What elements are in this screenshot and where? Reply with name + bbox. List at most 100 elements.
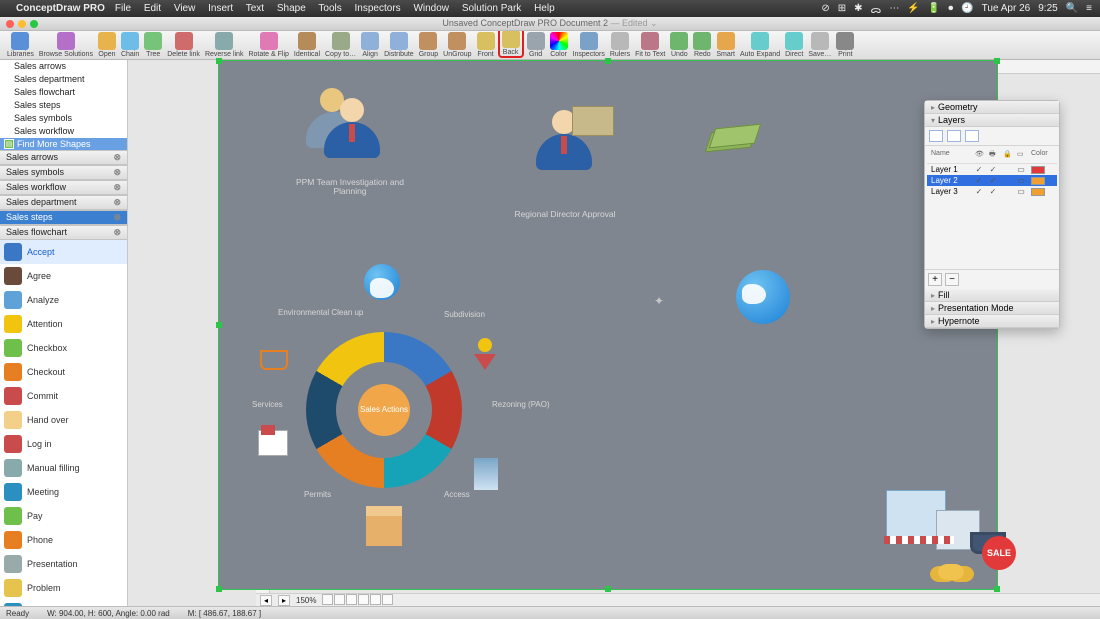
status-icon[interactable]: ᯅ <box>871 2 882 16</box>
layer-active[interactable]: ▭ <box>1017 166 1025 174</box>
close-icon[interactable]: ⊗ <box>113 167 121 178</box>
tool-direct[interactable]: Direct <box>783 32 805 58</box>
menu-view[interactable]: View <box>174 3 196 14</box>
tool-print[interactable]: Print <box>834 32 856 58</box>
document-title[interactable]: Unsaved ConceptDraw PRO Document 2 — Edi… <box>442 18 657 29</box>
shape-basket-icon[interactable] <box>260 350 288 370</box>
close-icon[interactable]: ⊗ <box>113 227 121 238</box>
tool-grid[interactable]: Grid <box>525 32 547 58</box>
layer-lock[interactable] <box>1003 166 1011 174</box>
panel-section-layers[interactable]: Layers <box>925 114 1059 127</box>
tool-distribute[interactable]: Distribute <box>382 32 416 58</box>
minimize-icon[interactable] <box>18 20 26 28</box>
menu-shape[interactable]: Shape <box>277 3 306 14</box>
close-icon[interactable]: ⊗ <box>113 182 121 193</box>
tool-group[interactable]: Group <box>417 32 440 58</box>
layer-active[interactable]: ▭ <box>1017 188 1025 196</box>
layer-lock[interactable] <box>1003 177 1011 185</box>
scroll-left-icon[interactable]: ◂ <box>260 595 272 606</box>
tool-rotate-flip[interactable]: Rotate & Flip <box>246 32 290 58</box>
zoom-level[interactable]: 150% <box>296 596 316 605</box>
tool-smart[interactable]: Smart <box>714 32 737 58</box>
shape-item[interactable]: Hand over <box>0 408 127 432</box>
shape-funnel-icon[interactable] <box>474 354 496 370</box>
tool-align[interactable]: Align <box>359 32 381 58</box>
shape-item[interactable]: Log in <box>0 432 127 456</box>
layer-lock[interactable] <box>1003 188 1011 196</box>
layer-color-swatch[interactable] <box>1031 188 1045 196</box>
tool-delete-link[interactable]: Delete link <box>165 32 202 58</box>
sidebar-header[interactable]: Sales workflow⊗ <box>0 180 127 195</box>
page-thumbnails[interactable] <box>322 594 394 607</box>
shape-item[interactable]: Presentation <box>0 552 127 576</box>
resize-handle[interactable] <box>994 586 1000 592</box>
shape-person[interactable] <box>312 90 392 170</box>
status-icon[interactable]: ⏺ <box>948 3 953 14</box>
layer-color-swatch[interactable] <box>1031 177 1045 185</box>
spotlight-icon[interactable]: 🔍 <box>1066 3 1078 14</box>
layer-print[interactable]: ✓ <box>989 188 997 196</box>
tool-back[interactable]: Back <box>498 31 524 58</box>
zoom-icon[interactable] <box>30 20 38 28</box>
panel-section-geometry[interactable]: Geometry <box>925 101 1059 114</box>
menu-insert[interactable]: Insert <box>208 3 233 14</box>
tool-ungroup[interactable]: UnGroup <box>441 32 473 58</box>
close-icon[interactable]: ⊗ <box>113 212 121 223</box>
clock-icon[interactable]: 🕘 <box>961 3 973 14</box>
shape-item[interactable]: Phone <box>0 528 127 552</box>
menu-solution-park[interactable]: Solution Park <box>462 3 521 14</box>
sidebar-header[interactable]: Sales steps⊗ <box>0 210 127 225</box>
status-icon[interactable]: ⋯ <box>889 3 899 14</box>
shape-money[interactable] <box>708 126 758 156</box>
menubar-date[interactable]: Tue Apr 26 <box>982 3 1031 14</box>
tool-undo[interactable]: Undo <box>668 32 690 58</box>
fast-user-icon[interactable]: ⚡ <box>907 3 919 14</box>
shape-regional-director[interactable] <box>524 102 604 182</box>
tool-copy-to-[interactable]: Copy to… <box>323 32 358 58</box>
menu-inspectors[interactable]: Inspectors <box>355 3 401 14</box>
tool-color[interactable]: Color <box>548 32 570 58</box>
menu-edit[interactable]: Edit <box>144 3 161 14</box>
find-more-shapes[interactable]: ▤ Find More Shapes <box>0 138 127 150</box>
menu-file[interactable]: File <box>115 3 131 14</box>
shape-cycle-diagram[interactable]: Sales Actions Subdivision Rezoning (PAO)… <box>284 310 484 510</box>
shape-item[interactable]: Agree <box>0 264 127 288</box>
menu-text[interactable]: Text <box>246 3 264 14</box>
shape-box-icon[interactable] <box>366 516 402 546</box>
tool-auto-expand[interactable]: Auto Expand <box>738 32 782 58</box>
panel-section-presentation[interactable]: Presentation Mode <box>925 302 1059 315</box>
layer-visible[interactable]: ✓ <box>975 177 983 185</box>
notifications-icon[interactable]: ≡ <box>1086 3 1092 14</box>
shape-item[interactable]: Accept <box>0 240 127 264</box>
layer-active[interactable]: ▭ <box>1017 177 1025 185</box>
sidebar-cat[interactable]: Sales flowchart <box>0 86 127 99</box>
layer-view-icons[interactable] <box>925 127 1059 146</box>
close-icon[interactable]: ⊗ <box>113 197 121 208</box>
status-icon[interactable]: ✱ <box>854 3 862 14</box>
sidebar-cat[interactable]: Sales workflow <box>0 125 127 138</box>
resize-handle[interactable] <box>605 586 611 592</box>
shape-item[interactable]: Checkbox <box>0 336 127 360</box>
scroll-right-icon[interactable]: ▸ <box>278 595 290 606</box>
sidebar-cat[interactable]: Sales symbols <box>0 112 127 125</box>
tool-redo[interactable]: Redo <box>691 32 713 58</box>
resize-handle[interactable] <box>216 58 222 64</box>
tool-tree[interactable]: Tree <box>142 32 164 58</box>
shape-item[interactable]: Analyze <box>0 288 127 312</box>
panel-section-hypernote[interactable]: Hypernote <box>925 315 1059 328</box>
close-icon[interactable]: ⊗ <box>113 152 121 163</box>
remove-layer-button[interactable]: − <box>945 273 959 286</box>
layer-print[interactable]: ✓ <box>989 166 997 174</box>
add-layer-button[interactable]: + <box>928 273 942 286</box>
sidebar-cat[interactable]: Sales arrows <box>0 60 127 73</box>
tool-identical[interactable]: Identical <box>292 32 322 58</box>
resize-handle[interactable] <box>216 586 222 592</box>
layer-row[interactable]: Layer 3✓✓▭ <box>927 186 1057 197</box>
shape-list[interactable]: AcceptAgreeAnalyzeAttentionCheckboxCheck… <box>0 240 127 619</box>
tool-save-[interactable]: Save… <box>806 32 833 58</box>
tool-open[interactable]: Open <box>96 32 118 58</box>
menu-window[interactable]: Window <box>413 3 449 14</box>
shape-item[interactable]: Attention <box>0 312 127 336</box>
layer-color-swatch[interactable] <box>1031 166 1045 174</box>
sidebar-header[interactable]: Sales symbols⊗ <box>0 165 127 180</box>
